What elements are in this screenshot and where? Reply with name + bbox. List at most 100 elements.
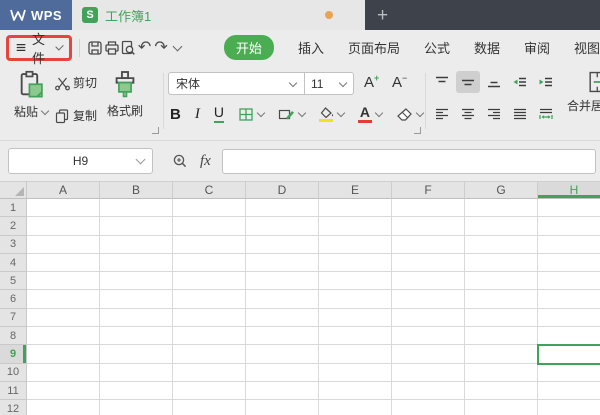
cell-A7[interactable] — [27, 308, 100, 328]
borders-button[interactable] — [238, 107, 266, 122]
row-header-9[interactable]: 9 — [0, 345, 27, 364]
cell-E8[interactable] — [319, 327, 392, 346]
cell-F4[interactable] — [392, 253, 465, 273]
bold-button[interactable]: B — [170, 106, 181, 123]
cell-D10[interactable] — [246, 363, 319, 382]
align-bottom-button[interactable] — [482, 71, 506, 93]
cell-H11[interactable] — [538, 381, 600, 401]
cell-B10[interactable] — [100, 363, 173, 382]
cell-A1[interactable] — [27, 199, 100, 218]
draw-border-button[interactable] — [278, 107, 307, 122]
underline-button[interactable]: U — [213, 104, 224, 123]
cell-A6[interactable] — [27, 290, 100, 309]
cell-C8[interactable] — [173, 327, 246, 346]
font-color-button[interactable]: A — [357, 105, 384, 123]
cell-E11[interactable] — [319, 381, 392, 401]
cell-H9[interactable] — [537, 344, 600, 365]
cell-G5[interactable] — [465, 272, 538, 291]
undo-button[interactable]: ↶ — [136, 36, 153, 60]
column-header-B[interactable]: B — [100, 182, 173, 199]
cell-C4[interactable] — [173, 253, 246, 273]
cell-F10[interactable] — [392, 363, 465, 382]
cell-B2[interactable] — [100, 217, 173, 236]
clipboard-dialog-launcher[interactable] — [152, 127, 159, 134]
menu-tab-home[interactable]: 开始 — [223, 35, 274, 60]
cell-G1[interactable] — [465, 199, 538, 218]
cell-G7[interactable] — [465, 308, 538, 328]
cell-B11[interactable] — [100, 381, 173, 401]
cell-B4[interactable] — [100, 253, 173, 273]
cell-F9[interactable] — [392, 345, 465, 364]
cell-E6[interactable] — [319, 290, 392, 309]
font-dialog-launcher[interactable] — [414, 127, 421, 134]
format-painter-button[interactable]: 格式刷 — [107, 70, 143, 119]
row-header-10[interactable]: 10 — [0, 363, 27, 382]
row-header-2[interactable]: 2 — [0, 217, 27, 236]
cut-button[interactable]: 剪切 — [54, 74, 97, 91]
cell-H2[interactable] — [538, 217, 600, 236]
row-header-11[interactable]: 11 — [0, 381, 27, 401]
clear-format-button[interactable] — [396, 107, 425, 122]
align-center-button[interactable] — [456, 103, 480, 125]
cell-F1[interactable] — [392, 199, 465, 218]
italic-button[interactable]: I — [195, 106, 200, 123]
file-menu-button[interactable]: 文件 — [6, 32, 73, 66]
cell-D8[interactable] — [246, 327, 319, 346]
cell-H1[interactable] — [538, 199, 600, 218]
cell-E9[interactable] — [319, 345, 392, 364]
name-box[interactable]: H9 — [8, 148, 153, 174]
cell-A5[interactable] — [27, 272, 100, 291]
cell-B3[interactable] — [100, 235, 173, 254]
decrease-indent-button[interactable] — [508, 71, 532, 93]
customize-toolbar-button[interactable] — [169, 36, 186, 60]
align-middle-button[interactable] — [456, 71, 480, 93]
row-header-4[interactable]: 4 — [0, 253, 27, 273]
cell-F11[interactable] — [392, 381, 465, 401]
cell-A3[interactable] — [27, 235, 100, 254]
cell-D11[interactable] — [246, 381, 319, 401]
cell-A9[interactable] — [27, 345, 100, 364]
cell-E1[interactable] — [319, 199, 392, 218]
column-header-E[interactable]: E — [319, 182, 392, 199]
wrap-text-button[interactable] — [534, 103, 558, 125]
paste-button[interactable]: 粘贴 — [14, 70, 50, 120]
cell-G2[interactable] — [465, 217, 538, 236]
cell-C1[interactable] — [173, 199, 246, 218]
cell-E5[interactable] — [319, 272, 392, 291]
cell-A12[interactable] — [27, 400, 100, 415]
row-header-6[interactable]: 6 — [0, 290, 27, 309]
row-header-1[interactable]: 1 — [0, 199, 27, 218]
cell-A2[interactable] — [27, 217, 100, 236]
cell-F3[interactable] — [392, 235, 465, 254]
cell-C6[interactable] — [173, 290, 246, 309]
column-header-F[interactable]: F — [392, 182, 465, 199]
cell-B1[interactable] — [100, 199, 173, 218]
merge-center-button[interactable]: 合并居中 — [562, 70, 600, 114]
cell-A8[interactable] — [27, 327, 100, 346]
cell-F2[interactable] — [392, 217, 465, 236]
cell-H5[interactable] — [538, 272, 600, 291]
font-family-combo[interactable]: 宋体 11 — [168, 72, 354, 95]
new-tab-button[interactable]: + — [365, 0, 600, 30]
row-header-5[interactable]: 5 — [0, 272, 27, 291]
cell-H4[interactable] — [538, 253, 600, 273]
decrease-font-button[interactable]: A − — [392, 73, 407, 91]
cell-B7[interactable] — [100, 308, 173, 328]
cell-H8[interactable] — [538, 327, 600, 346]
cell-E12[interactable] — [319, 400, 392, 415]
column-header-H[interactable]: H — [538, 182, 600, 199]
cell-D1[interactable] — [246, 199, 319, 218]
cell-B5[interactable] — [100, 272, 173, 291]
cell-D5[interactable] — [246, 272, 319, 291]
cell-C7[interactable] — [173, 308, 246, 328]
cell-D2[interactable] — [246, 217, 319, 236]
cell-C9[interactable] — [173, 345, 246, 364]
row-header-7[interactable]: 7 — [0, 308, 27, 328]
column-header-C[interactable]: C — [173, 182, 246, 199]
cell-F5[interactable] — [392, 272, 465, 291]
cell-G10[interactable] — [465, 363, 538, 382]
cell-F7[interactable] — [392, 308, 465, 328]
print-preview-button[interactable] — [120, 36, 137, 60]
row-header-3[interactable]: 3 — [0, 235, 27, 254]
cell-B9[interactable] — [100, 345, 173, 364]
